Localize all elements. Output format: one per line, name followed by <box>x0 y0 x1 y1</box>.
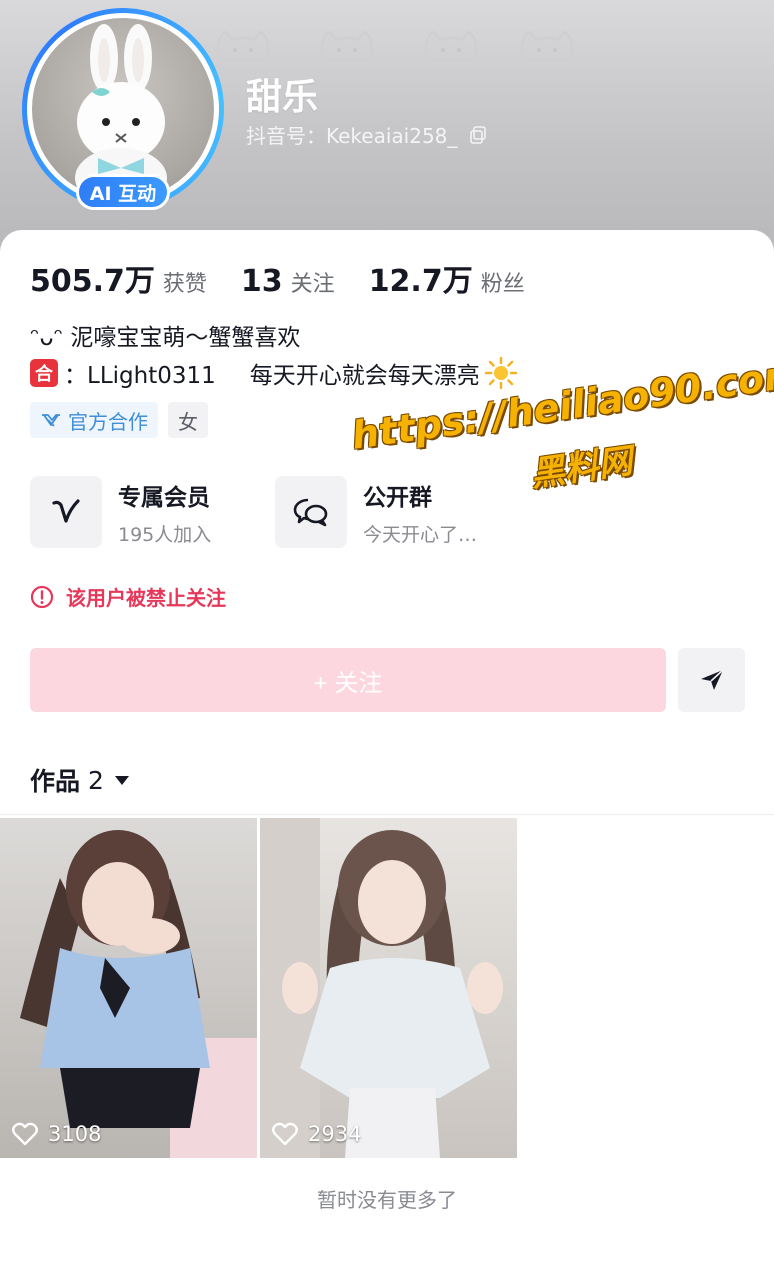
follow-ban-text: 该用户被禁止关注 <box>66 586 226 610</box>
feature-entries: 专属会员 195人加入 公开群 今天开心了… <box>30 476 520 548</box>
sun-icon <box>484 356 517 390</box>
kitty-decoration-icon <box>320 30 374 62</box>
follow-button[interactable]: + 关注 <box>30 648 666 712</box>
copy-icon[interactable] <box>469 125 487 144</box>
followers-count[interactable]: 12.7万 <box>369 256 473 300</box>
profile-nickname: 甜乐 <box>246 77 319 118</box>
official-cooperation-tag[interactable]: 官方合作 <box>30 402 158 438</box>
exclusive-member-subtitle: 195人加入 <box>118 523 212 546</box>
bio-line-2-part-2: 每天开心就会每天漂亮 <box>249 363 480 389</box>
video-likes: 3108 <box>12 1122 101 1146</box>
private-message-button[interactable] <box>678 648 745 712</box>
video-cover-image <box>260 818 517 1158</box>
likes-count: 505.7万 <box>30 264 155 299</box>
public-group-title: 公开群 <box>363 484 432 511</box>
profile-stats: 505.7万 获赞 13 关注 12.7万 粉丝 <box>30 256 559 300</box>
profile-tags: 官方合作 女 <box>30 402 208 438</box>
group-chat-icon <box>275 476 347 548</box>
video-likes-count: 2934 <box>308 1122 362 1146</box>
heart-icon <box>272 1122 298 1146</box>
bio-line-2-part-1: ：LLight0311 <box>64 363 216 389</box>
ai-interaction-badge[interactable]: AI 互动 <box>76 174 170 210</box>
he-emoji-badge: 合 <box>30 359 58 387</box>
v-member-icon <box>30 476 102 548</box>
likes-label: 获赞 <box>162 272 207 297</box>
video-thumbnail[interactable]: 3108 <box>0 818 257 1158</box>
douyin-id-text: 抖音号：Kekeaiai258_ <box>246 124 458 148</box>
public-group-entry[interactable]: 公开群 今天开心了… <box>275 476 520 548</box>
kitty-decoration-icon <box>424 30 478 62</box>
gender-tag: 女 <box>168 402 208 438</box>
no-more-content-text: 暂时没有更多了 <box>317 1188 457 1212</box>
bio-line-2: 合 ：LLight0311 每天开心就会每天漂亮 <box>30 356 518 390</box>
works-tab[interactable]: 作品 2 <box>30 762 130 798</box>
profile-banner: AI 互动 甜乐 抖音号：Kekeaiai258_ <box>0 0 774 260</box>
video-cover-image <box>0 818 257 1158</box>
exclusive-member-entry[interactable]: 专属会员 195人加入 <box>30 476 275 548</box>
divider <box>0 814 774 815</box>
bunny-plush-image <box>75 24 167 200</box>
exclusive-member-title: 专属会员 <box>118 484 210 511</box>
bio-line-1: ᵔᴗᵔ 泥嚎宝宝萌～蟹蟹喜欢 <box>30 325 301 351</box>
kitty-decoration-icon <box>520 30 574 62</box>
video-likes-count: 3108 <box>48 1122 102 1146</box>
video-thumbnail[interactable]: 2934 <box>260 818 517 1158</box>
video-likes: 2934 <box>272 1122 361 1146</box>
heart-icon <box>12 1122 38 1146</box>
works-grid: 3108 2934 <box>0 818 517 1158</box>
warning-icon <box>30 585 54 608</box>
douyin-id-row: 抖音号：Kekeaiai258_ <box>246 120 487 149</box>
official-cooperation-label: 官方合作 <box>68 409 148 434</box>
handshake-icon <box>42 414 60 427</box>
followers-label[interactable]: 粉丝 <box>481 266 525 298</box>
follow-ban-notice: 该用户被禁止关注 <box>30 582 226 611</box>
following-count[interactable]: 13 <box>241 264 283 299</box>
kitty-decoration-icon <box>216 30 270 62</box>
following-label[interactable]: 关注 <box>291 266 335 298</box>
send-icon <box>700 669 724 690</box>
works-label: 作品 <box>30 767 81 796</box>
avatar[interactable] <box>32 18 214 200</box>
caret-down-icon[interactable] <box>114 774 130 786</box>
works-count: 2 <box>88 765 104 795</box>
public-group-subtitle: 今天开心了… <box>363 523 478 546</box>
